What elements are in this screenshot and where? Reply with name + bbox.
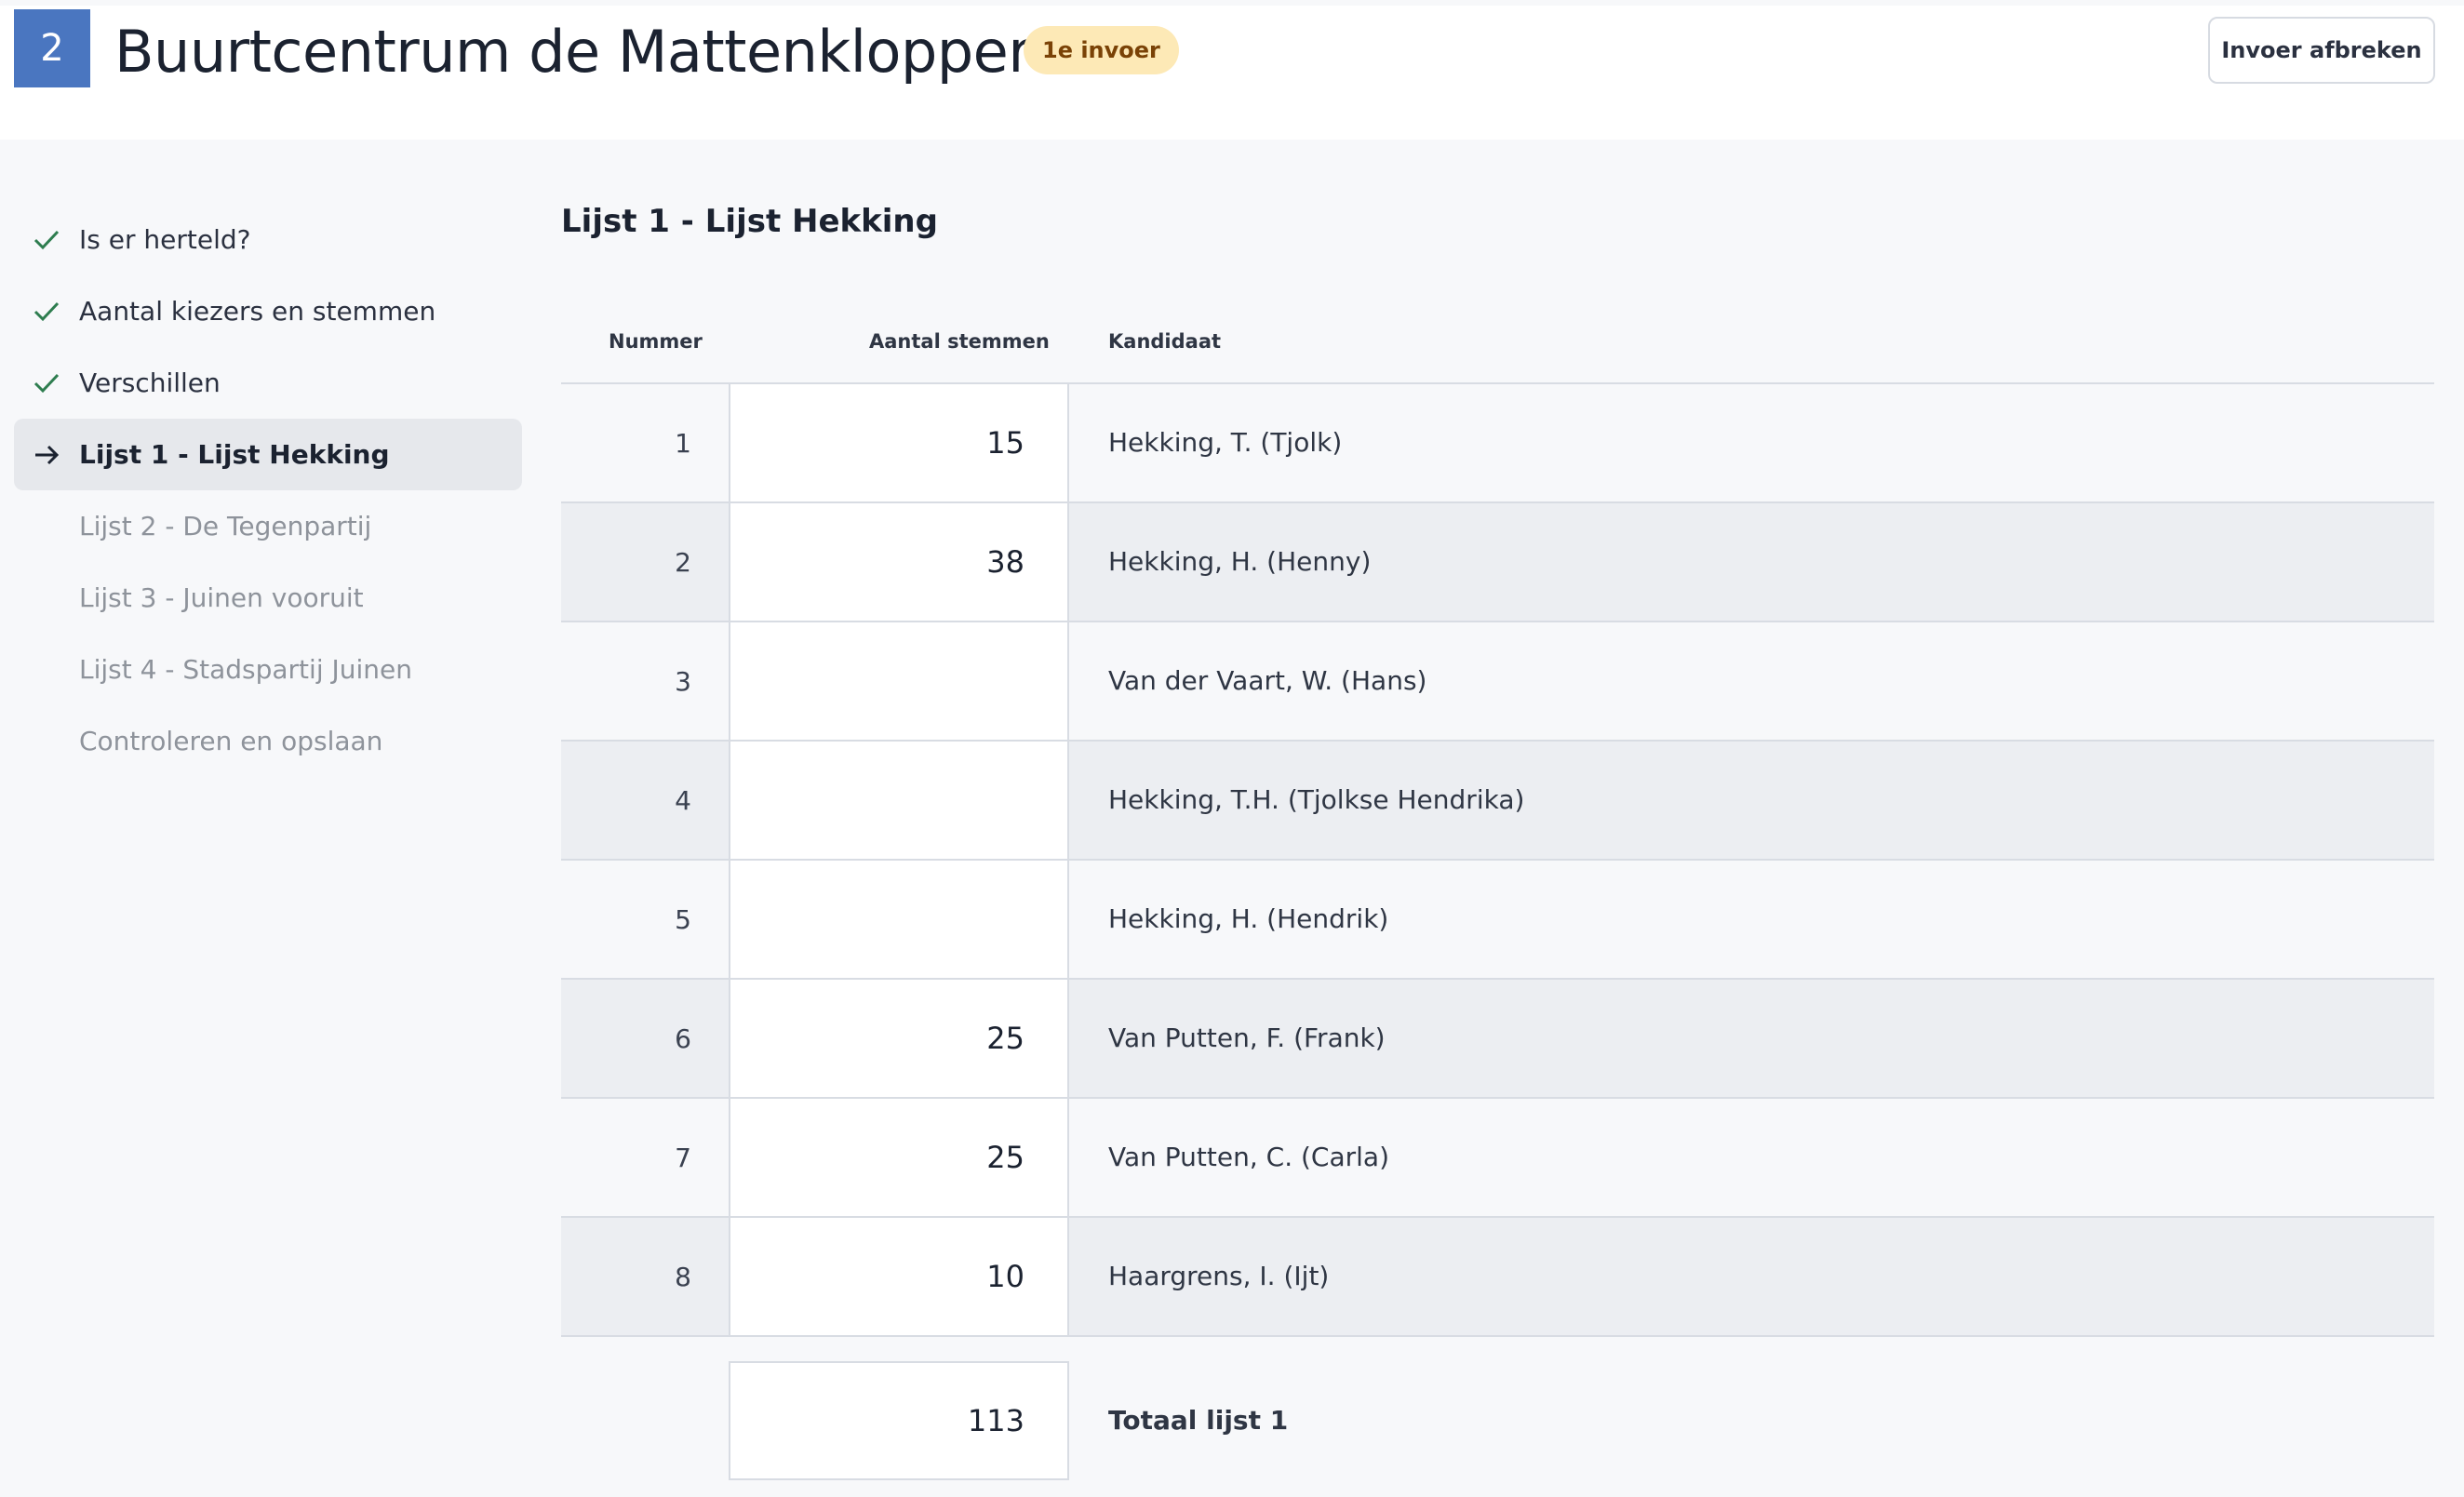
table-row: 4 Hekking, T.H. (Tjolkse Hendrika) xyxy=(561,742,2434,861)
sidebar-item-list-2[interactable]: Lijst 2 - De Tegenpartij xyxy=(14,490,522,562)
sidebar-item-list-4[interactable]: Lijst 4 - Stadspartij Juinen xyxy=(14,634,522,705)
sidebar-item-label: Lijst 1 - Lijst Hekking xyxy=(79,439,390,470)
sidebar-item-list-3[interactable]: Lijst 3 - Juinen vooruit xyxy=(14,562,522,634)
table-row: 3 Van der Vaart, W. (Hans) xyxy=(561,622,2434,742)
candidate-number: 8 xyxy=(675,1261,691,1292)
column-header-votes: Aantal stemmen xyxy=(869,330,1050,353)
votes-input[interactable] xyxy=(729,384,1069,501)
candidate-number: 5 xyxy=(675,903,691,935)
sidebar-item-check-and-save[interactable]: Controleren en opslaan xyxy=(14,705,522,777)
entry-status-badge: 1e invoer xyxy=(1024,26,1179,74)
candidate-name: Hekking, T.H. (Tjolkse Hendrika) xyxy=(1108,784,1525,815)
sidebar-item-list-1[interactable]: Lijst 1 - Lijst Hekking xyxy=(14,419,522,490)
column-header-number: Nummer xyxy=(609,330,703,353)
sidebar-item-label: Lijst 4 - Stadspartij Juinen xyxy=(79,654,412,685)
candidate-number: 1 xyxy=(675,427,691,459)
votes-input[interactable] xyxy=(729,1099,1069,1216)
sidebar-item-label: Verschillen xyxy=(79,368,221,398)
sidebar-item-label: Lijst 2 - De Tegenpartij xyxy=(79,511,372,541)
candidate-number: 6 xyxy=(675,1023,691,1054)
checkmark-icon xyxy=(14,298,79,326)
table-row: 6 Van Putten, F. (Frank) xyxy=(561,980,2434,1099)
candidate-number: 7 xyxy=(675,1142,691,1173)
candidate-number: 4 xyxy=(675,784,691,816)
votes-input[interactable] xyxy=(729,742,1069,859)
sidebar-item-voters-and-votes[interactable]: Aantal kiezers en stemmen xyxy=(14,275,522,347)
sidebar-item-recount[interactable]: Is er herteld? xyxy=(14,204,522,275)
checkmark-icon xyxy=(14,226,79,254)
sidebar-item-label: Is er herteld? xyxy=(79,224,251,255)
table-row: 1 Hekking, T. (Tjolk) xyxy=(561,384,2434,503)
table-row: 5 Hekking, H. (Hendrik) xyxy=(561,861,2434,980)
page-header: 2 Buurtcentrum de Mattenklopper 1e invoe… xyxy=(0,6,2464,140)
candidate-name: Hekking, T. (Tjolk) xyxy=(1108,427,1343,458)
candidate-name: Van der Vaart, W. (Hans) xyxy=(1108,665,1427,696)
list-total-field xyxy=(729,1361,1069,1480)
column-header-candidate: Kandidaat xyxy=(1108,330,1222,353)
table-row: 2 Hekking, H. (Henny) xyxy=(561,503,2434,622)
candidate-number: 3 xyxy=(675,665,691,697)
candidate-number: 2 xyxy=(675,546,691,578)
sidebar-item-label: Controleren en opslaan xyxy=(79,726,383,756)
candidate-name: Hekking, H. (Henny) xyxy=(1108,546,1372,577)
checkmark-icon xyxy=(14,369,79,397)
polling-station-number: 2 xyxy=(14,9,90,87)
section-title: Lijst 1 - Lijst Hekking xyxy=(561,203,938,240)
votes-input[interactable] xyxy=(729,1218,1069,1335)
arrow-right-icon xyxy=(14,441,79,469)
votes-input[interactable] xyxy=(729,622,1069,740)
abort-entry-button[interactable]: Invoer afbreken xyxy=(2208,17,2435,84)
page-title: Buurtcentrum de Mattenklopper xyxy=(114,18,1032,86)
sidebar-item-label: Aantal kiezers en stemmen xyxy=(79,296,436,327)
candidate-name: Haargrens, I. (Ijt) xyxy=(1108,1261,1330,1291)
list-total-label: Totaal lijst 1 xyxy=(1108,1405,1289,1436)
table-row: 7 Van Putten, C. (Carla) xyxy=(561,1099,2434,1218)
votes-input[interactable] xyxy=(729,861,1069,978)
table-row: 8 Haargrens, I. (Ijt) xyxy=(561,1218,2434,1337)
sidebar-item-differences[interactable]: Verschillen xyxy=(14,347,522,419)
votes-input[interactable] xyxy=(729,503,1069,621)
candidate-name: Hekking, H. (Hendrik) xyxy=(1108,903,1389,934)
candidate-name: Van Putten, C. (Carla) xyxy=(1108,1142,1390,1172)
sidebar-item-label: Lijst 3 - Juinen vooruit xyxy=(79,582,364,613)
candidate-name: Van Putten, F. (Frank) xyxy=(1108,1023,1386,1053)
votes-input[interactable] xyxy=(729,980,1069,1097)
